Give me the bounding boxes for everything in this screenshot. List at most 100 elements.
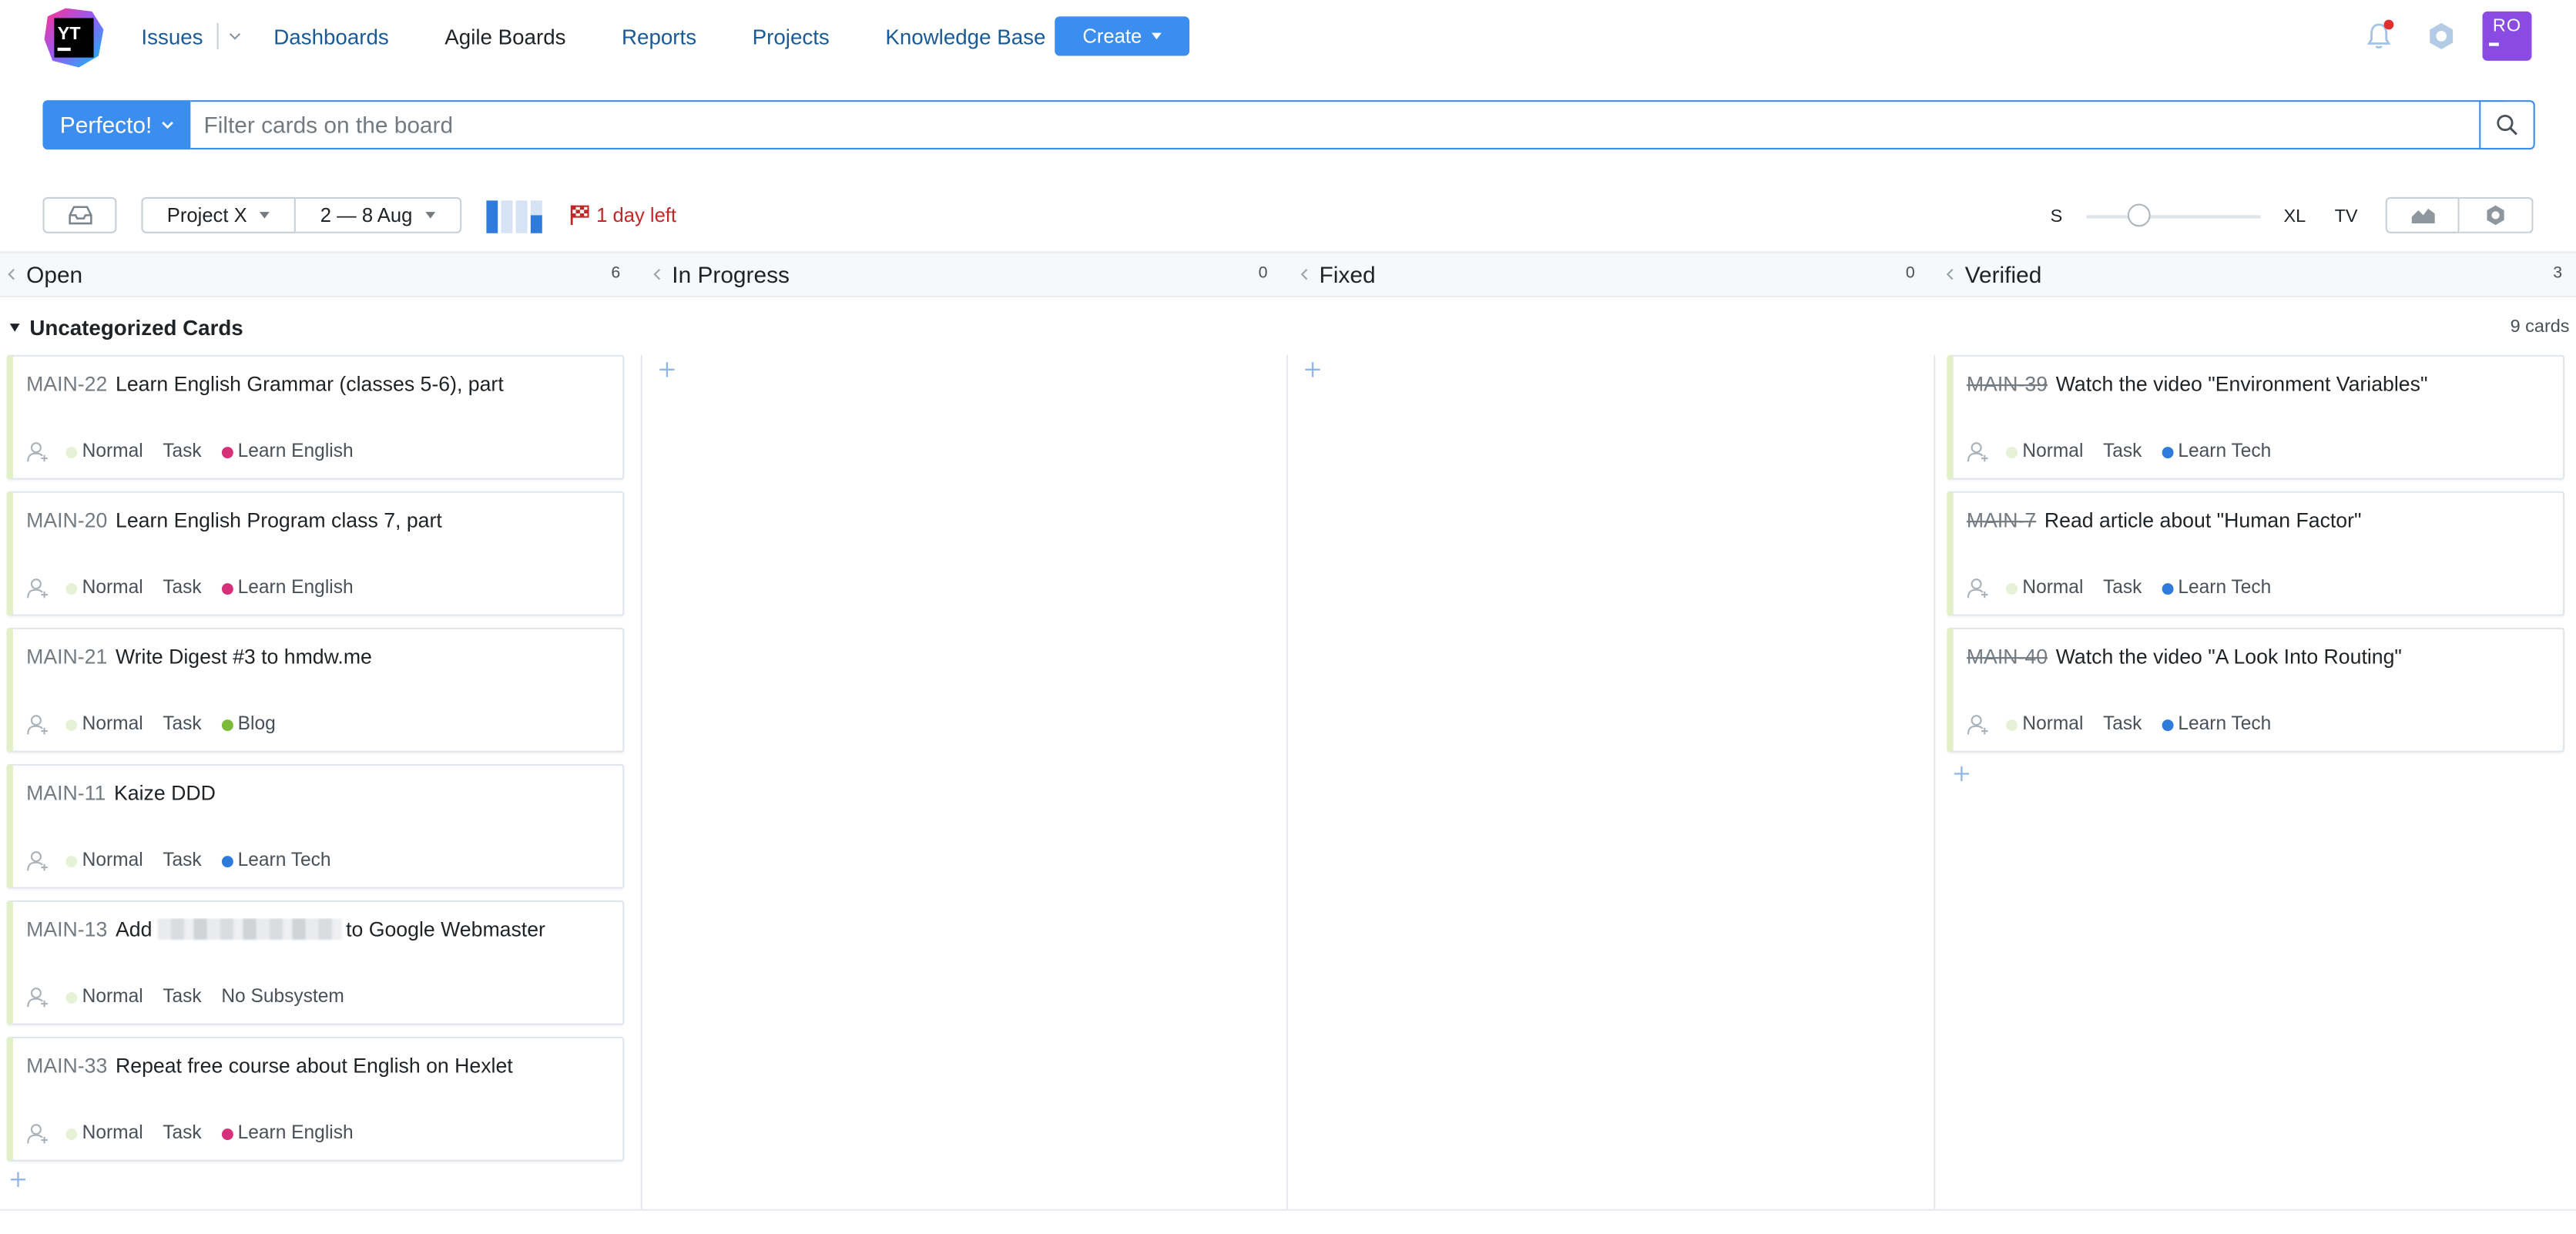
backlog-button[interactable] <box>42 196 117 233</box>
assignee-icon[interactable] <box>26 441 49 464</box>
card-size-slider-handle[interactable] <box>2127 203 2151 227</box>
column-header-fixed[interactable]: Fixed <box>1300 253 1376 295</box>
add-card-button[interactable] <box>7 1168 30 1191</box>
column-header-verified[interactable]: Verified <box>1945 253 2041 295</box>
issue-id[interactable]: MAIN-39 <box>1967 373 2048 396</box>
subsystem-field[interactable]: Learn Tech <box>2162 442 2271 461</box>
type-field[interactable]: Task <box>2103 578 2142 599</box>
project-selector[interactable]: Project X <box>141 196 296 233</box>
subsystem-value: Learn English <box>237 441 354 462</box>
issue-card[interactable]: MAIN-13 Add to Google Webmaster Normal Tas… <box>6 900 625 1025</box>
nav-knowledge-base[interactable]: Knowledge Base <box>885 24 1045 49</box>
card-size-xl[interactable]: XL <box>2283 207 2306 227</box>
type-value: Task <box>2102 441 2142 462</box>
priority-field[interactable]: Normal <box>65 578 143 598</box>
subsystem-field[interactable]: Learn Tech <box>2162 715 2271 734</box>
priority-field[interactable]: Normal <box>65 851 143 870</box>
issue-card[interactable]: MAIN-22 Learn English Grammar (classes 5-… <box>6 354 625 480</box>
swimlane-card-count: 9 cards <box>2510 317 2570 337</box>
nav-reports[interactable]: Reports <box>622 24 696 49</box>
issue-card[interactable]: MAIN-40 Watch the video "A Look Into Rout… <box>1947 627 2565 753</box>
youtrack-logo[interactable]: YT <box>42 7 105 69</box>
type-field[interactable]: Task <box>163 851 201 871</box>
column-header-open[interactable]: Open <box>7 253 82 295</box>
chevron-left-icon <box>1300 269 1308 280</box>
issue-id[interactable]: MAIN-40 <box>1967 646 2048 669</box>
priority-field[interactable]: Normal <box>2006 578 2083 598</box>
assignee-icon[interactable] <box>26 850 49 873</box>
assignee-icon[interactable] <box>1967 713 1990 736</box>
type-field[interactable]: Task <box>163 578 201 599</box>
type-field[interactable]: Task <box>2103 442 2142 462</box>
card-size-tv[interactable]: TV <box>2335 207 2358 227</box>
subsystem-field[interactable]: Learn English <box>221 1124 354 1143</box>
priority-field[interactable]: Normal <box>65 1124 143 1143</box>
nav-separator <box>216 22 218 49</box>
issue-card[interactable]: MAIN-21 Write Digest #3 to hmdw.me Normal… <box>6 627 625 753</box>
add-card-button[interactable] <box>1301 358 1324 381</box>
column-header-in-progress[interactable]: In Progress <box>652 253 790 295</box>
issue-id[interactable]: MAIN-13 <box>26 918 107 941</box>
issue-id[interactable]: MAIN-20 <box>26 509 107 532</box>
assignee-icon[interactable] <box>1967 441 1990 464</box>
type-field[interactable]: Task <box>163 442 201 462</box>
assignee-icon[interactable] <box>26 1122 49 1145</box>
search-input[interactable] <box>190 100 2504 150</box>
card-fields: Normal Task Learn Tech <box>1967 441 2291 464</box>
chevron-down-icon[interactable] <box>228 29 241 42</box>
type-field[interactable]: Task <box>2103 715 2142 735</box>
nav-issues[interactable]: Issues <box>141 24 203 49</box>
issue-card[interactable]: MAIN-20 Learn English Program class 7, pa… <box>6 491 625 616</box>
priority-field[interactable]: Normal <box>65 442 143 461</box>
sprint-selector[interactable]: 2 — 8 Aug <box>295 196 462 233</box>
add-card-button[interactable] <box>656 358 679 381</box>
assignee-icon[interactable] <box>1967 577 1990 600</box>
type-field[interactable]: Task <box>163 988 201 1008</box>
notifications-button[interactable] <box>2363 19 2396 53</box>
priority-field[interactable]: Normal <box>2006 442 2083 461</box>
issue-card[interactable]: MAIN-33 Repeat free course about English … <box>6 1036 625 1162</box>
board-toolbar: Project X 2 — 8 Aug 1 day left S XL TV <box>0 196 2576 236</box>
priority-field[interactable]: Normal <box>2006 715 2083 734</box>
subsystem-field[interactable]: No Subsystem <box>221 988 344 1008</box>
card-title: MAIN-20 Learn English Program class 7, pa… <box>26 509 609 534</box>
priority-field[interactable]: Normal <box>65 988 143 1007</box>
nav-projects[interactable]: Projects <box>753 24 830 49</box>
card-size-s[interactable]: S <box>2051 207 2063 227</box>
subsystem-field[interactable]: Learn Tech <box>2162 578 2271 598</box>
issue-id[interactable]: MAIN-11 <box>26 782 106 805</box>
issue-id[interactable]: MAIN-22 <box>26 373 107 396</box>
create-button[interactable]: Create <box>1055 16 1190 56</box>
type-field[interactable]: Task <box>163 1124 201 1144</box>
assignee-icon[interactable] <box>26 713 49 736</box>
subsystem-field[interactable]: Learn English <box>221 441 354 462</box>
board-settings-button[interactable] <box>2459 196 2534 233</box>
charts-button[interactable] <box>2385 196 2460 233</box>
issue-card[interactable]: MAIN-11 Kaize DDD Normal Task Learn Tech <box>6 763 625 889</box>
add-card-button[interactable] <box>1950 763 1974 786</box>
nav-agile-boards[interactable]: Agile Boards <box>444 24 565 49</box>
assignee-icon[interactable] <box>26 986 49 1009</box>
issue-id[interactable]: MAIN-7 <box>1967 509 2036 532</box>
board-selector[interactable]: Perfecto! <box>42 100 191 150</box>
subsystem-value: Learn Tech <box>237 850 331 871</box>
help-button[interactable] <box>2425 20 2458 53</box>
issue-id[interactable]: MAIN-21 <box>26 646 107 669</box>
nav-dashboards[interactable]: Dashboards <box>273 24 389 49</box>
issue-card[interactable]: MAIN-39 Watch the video "Environment Vari… <box>1947 354 2565 480</box>
issue-id[interactable]: MAIN-33 <box>26 1055 107 1078</box>
avatar[interactable]: RO <box>2482 11 2532 61</box>
type-field[interactable]: Task <box>163 715 201 735</box>
card-size-track[interactable] <box>2086 215 2261 219</box>
subsystem-field[interactable]: Blog <box>221 715 276 734</box>
board-overview-chart[interactable] <box>486 200 545 233</box>
issue-summary-start: Add <box>115 918 153 942</box>
swimlane-header[interactable]: Uncategorized Cards <box>9 315 243 340</box>
assignee-icon[interactable] <box>26 577 49 600</box>
priority-field[interactable]: Normal <box>65 715 143 734</box>
subsystem-field[interactable]: Learn Tech <box>221 850 331 871</box>
issue-summary: Read article about "Human Factor" <box>2044 509 2362 532</box>
issue-card[interactable]: MAIN-7 Read article about "Human Factor" … <box>1947 491 2565 616</box>
subsystem-field[interactable]: Learn English <box>221 578 354 598</box>
search-button[interactable] <box>2479 100 2535 150</box>
